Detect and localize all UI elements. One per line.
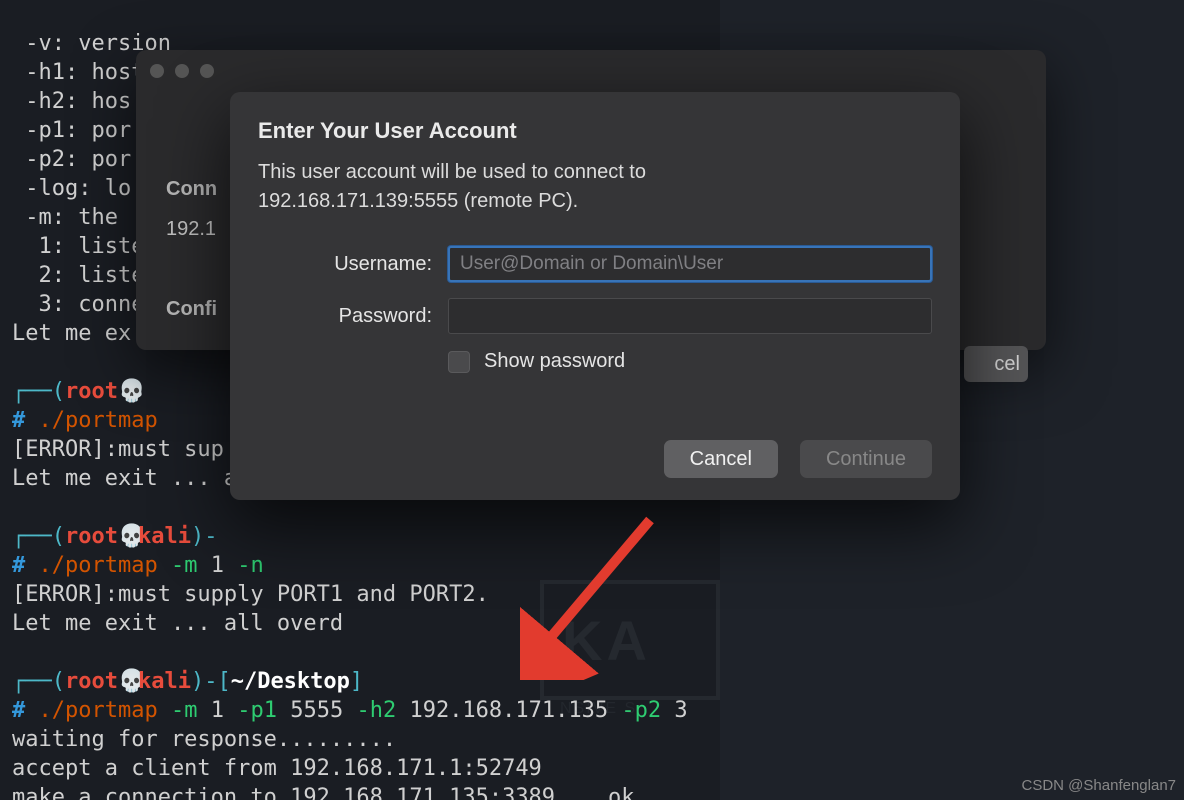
- error-line: [ERROR]:must supply PORT1 and PORT2.: [12, 582, 489, 607]
- prompt-hash: #: [12, 553, 25, 578]
- username-label: Username:: [258, 253, 448, 276]
- minimize-icon[interactable]: [175, 64, 189, 78]
- cmd-bin: ./portmap: [39, 553, 158, 578]
- prompt-hash: #: [12, 698, 25, 723]
- username-input[interactable]: [448, 246, 932, 282]
- cancel-button[interactable]: Cancel: [664, 440, 778, 478]
- prompt-path: ~/Desktop: [231, 669, 350, 694]
- prompt-host: kali: [138, 669, 191, 694]
- window-controls[interactable]: [150, 64, 214, 78]
- password-label: Password:: [258, 305, 448, 328]
- cmd-bin: ./portmap: [39, 698, 158, 723]
- output-line: waiting for response.........: [12, 727, 396, 752]
- cmd-arg: -m: [171, 553, 198, 578]
- cmd: ./portmap: [39, 408, 158, 433]
- prompt-user: root: [65, 669, 118, 694]
- prompt-hash: #: [12, 408, 25, 433]
- cmd-arg: -p1: [237, 698, 277, 723]
- cmd-arg: -m: [171, 698, 198, 723]
- skull-icon: 💀: [118, 522, 138, 551]
- help-line: -m: the: [12, 205, 131, 230]
- credentials-dialog: Enter Your User Account This user accoun…: [230, 92, 960, 500]
- continue-button[interactable]: Continue: [800, 440, 932, 478]
- output-line: accept a client from 192.168.171.1:52749: [12, 756, 542, 781]
- maximize-icon[interactable]: [200, 64, 214, 78]
- error-line: [ERROR]:must sup: [12, 437, 224, 462]
- dialog-title: Enter Your User Account: [258, 118, 932, 144]
- exit-line: Let me exit ... al: [12, 466, 250, 491]
- help-line: Let me ex: [12, 321, 131, 346]
- output-line: make a connection to 192.168.171.135:338…: [12, 785, 635, 800]
- cmd-arg: -n: [237, 553, 264, 578]
- connection-label: Conn: [166, 178, 217, 201]
- help-line: -log: lo: [12, 176, 131, 201]
- dialog-description: This user account will be used to connec…: [258, 158, 932, 216]
- help-line: 3: conne: [12, 292, 144, 317]
- show-password-checkbox[interactable]: [448, 351, 470, 373]
- help-line: -p1: por: [12, 118, 131, 143]
- help-line: 1: liste: [12, 234, 144, 259]
- help-line: 2: liste: [12, 263, 144, 288]
- connection-ip: 192.1: [166, 218, 216, 241]
- help-line: -h2: hos: [12, 89, 131, 114]
- prompt-host: kali: [138, 524, 191, 549]
- kali-watermark-sub: NSIVE S: [560, 700, 637, 718]
- page-watermark: CSDN @Shanfenglan7: [1022, 777, 1176, 794]
- cmd-arg: -h2: [356, 698, 396, 723]
- prompt-user: root: [65, 524, 118, 549]
- show-password-label: Show password: [484, 350, 625, 373]
- configure-label: Confi: [166, 298, 217, 321]
- prompt-user: root: [65, 379, 118, 404]
- password-input[interactable]: [448, 298, 932, 334]
- skull-icon: 💀: [118, 377, 138, 406]
- exit-line: Let me exit ... all overd: [12, 611, 343, 636]
- skull-icon: 💀: [118, 667, 138, 696]
- close-icon[interactable]: [150, 64, 164, 78]
- back-cancel-button[interactable]: cel: [964, 346, 1028, 382]
- help-line: -p2: por: [12, 147, 131, 172]
